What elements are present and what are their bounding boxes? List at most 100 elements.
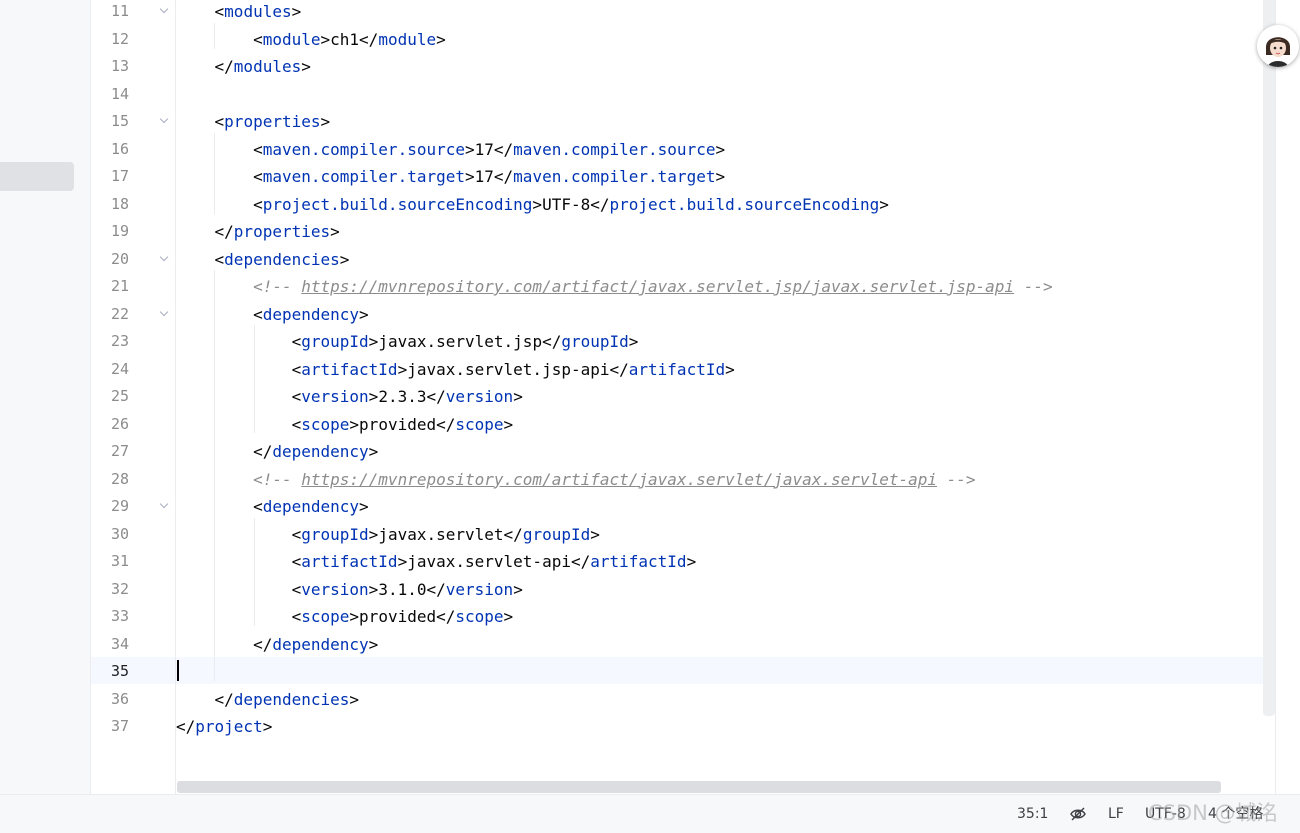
code-token: > (436, 29, 446, 49)
code-token: > (368, 579, 379, 599)
code-token: > (359, 304, 369, 324)
code-line[interactable]: </dependency> (176, 631, 378, 658)
line-number: 12 (110, 29, 129, 48)
comment-link[interactable]: https://mvnrepository.com/artifact/javax… (301, 470, 937, 489)
code-token: < (176, 387, 302, 406)
fold-chevron-icon[interactable] (161, 309, 168, 316)
code-line[interactable]: <module>ch1</module> (176, 26, 446, 53)
project-tree-selected-item[interactable] (0, 162, 74, 191)
line-number: 25 (110, 387, 129, 405)
vertical-scrollbar[interactable] (1263, 0, 1275, 716)
code-token: > (368, 332, 379, 351)
gutter-line: 37 (91, 713, 175, 740)
code-token: < (176, 139, 263, 159)
code-line[interactable]: <dependencies> (176, 246, 350, 273)
user-avatar-icon[interactable] (1257, 25, 1299, 67)
code-line[interactable]: </properties> (176, 218, 340, 245)
fold-chevron-icon[interactable] (161, 116, 168, 123)
code-token: < (176, 304, 263, 324)
line-number: 34 (110, 634, 129, 653)
code-token: dependency (262, 497, 360, 516)
code-token: < (176, 29, 263, 49)
code-token: < (176, 524, 302, 544)
fold-chevron-icon[interactable] (161, 254, 168, 261)
code-line[interactable]: <dependency> (176, 493, 369, 520)
code-line[interactable]: <dependency> (176, 301, 369, 328)
line-number: 15 (110, 112, 129, 130)
code-token: </ (176, 634, 273, 654)
gutter-line: 34 (91, 631, 175, 658)
code-token: > (397, 552, 408, 571)
code-token: > (349, 689, 360, 709)
code-line[interactable]: <!-- https://mvnrepository.com/artifact/… (176, 273, 1053, 300)
code-token: < (176, 167, 263, 186)
code-line[interactable]: </modules> (176, 53, 311, 80)
line-number: 16 (110, 139, 129, 158)
code-line[interactable]: <!-- https://mvnrepository.com/artifact/… (176, 466, 975, 493)
code-token: > (628, 332, 639, 351)
code-line[interactable]: <groupId>javax.servlet</groupId> (176, 521, 600, 548)
code-token: javax.servlet-api (407, 552, 571, 571)
code-token: > (397, 359, 408, 379)
fold-chevron-icon[interactable] (161, 6, 168, 13)
code-token: > (513, 387, 523, 406)
gutter-line: 13 (91, 53, 175, 80)
code-line[interactable]: <modules> (176, 0, 302, 25)
code-token: > (349, 607, 360, 626)
code-line[interactable]: </dependencies> (176, 686, 360, 713)
code-line[interactable]: <scope>provided</scope> (176, 603, 514, 630)
status-bar: 35:1 LF UTF-8 4 个空格 (0, 794, 1300, 833)
code-line[interactable]: <maven.compiler.source>17</maven.compile… (176, 136, 725, 163)
code-token: project.build.sourceEncoding (262, 194, 533, 214)
code-line[interactable]: <project.build.sourceEncoding>UTF-8</pro… (176, 191, 889, 218)
line-number: 30 (110, 524, 129, 543)
code-token: > (715, 139, 726, 159)
code-line[interactable]: <groupId>javax.servlet.jsp</groupId> (176, 328, 639, 355)
code-token: javax.servlet (378, 524, 504, 544)
code-token: </ (176, 442, 273, 461)
fold-chevron-icon[interactable] (161, 501, 168, 508)
code-token: modules (233, 57, 302, 76)
gutter-line: 19 (91, 218, 175, 245)
gutter-line: 21 (91, 273, 175, 300)
caret-position[interactable]: 35:1 (1017, 795, 1048, 833)
code-token: < (176, 2, 225, 21)
line-number: 26 (110, 414, 129, 433)
line-separator[interactable]: LF (1108, 795, 1124, 833)
code-token: > (262, 717, 273, 736)
code-token: < (176, 552, 302, 571)
code-token: < (176, 607, 302, 626)
gutter-line: 25 (91, 383, 175, 410)
line-number: 33 (110, 607, 129, 625)
code-line[interactable]: <scope>provided</scope> (176, 411, 514, 438)
code-token: < (176, 579, 302, 599)
code-line[interactable]: <properties> (176, 108, 331, 135)
gutter-line: 30 (91, 521, 175, 548)
comment-link[interactable]: https://mvnrepository.com/artifact/javax… (301, 277, 1014, 296)
code-line[interactable]: <version>2.3.3</version> (176, 383, 523, 410)
code-token: groupId (522, 524, 591, 544)
horizontal-scrollbar[interactable] (177, 781, 1221, 793)
line-number: 17 (110, 167, 129, 185)
line-number: 20 (110, 249, 129, 268)
code-line[interactable]: </dependency> (176, 438, 378, 465)
code-token: > (503, 607, 514, 626)
code-token: </ (176, 689, 234, 709)
code-token: </ (542, 332, 562, 351)
code-line[interactable]: <version>3.1.0</version> (176, 576, 523, 603)
code-line[interactable]: <artifactId>javax.servlet.jsp-api</artif… (176, 356, 735, 383)
code-token: dependency (272, 634, 369, 654)
no-edit-icon[interactable] (1068, 804, 1088, 824)
code-token: < (176, 359, 302, 379)
code-line[interactable]: <maven.compiler.target>17</maven.compile… (176, 163, 725, 190)
line-number: 28 (110, 469, 129, 488)
line-number: 14 (110, 84, 129, 103)
text-caret (177, 660, 179, 681)
code-token: provided (359, 414, 437, 434)
code-line[interactable]: <artifactId>javax.servlet-api</artifactI… (176, 548, 697, 575)
code-line[interactable]: </project> (176, 713, 272, 740)
code-editor[interactable]: <modules> <module>ch1</module> </modules… (176, 0, 1275, 794)
code-token: > (330, 222, 340, 241)
code-token: javax.servlet.jsp (378, 332, 543, 351)
line-number: 18 (110, 194, 129, 213)
